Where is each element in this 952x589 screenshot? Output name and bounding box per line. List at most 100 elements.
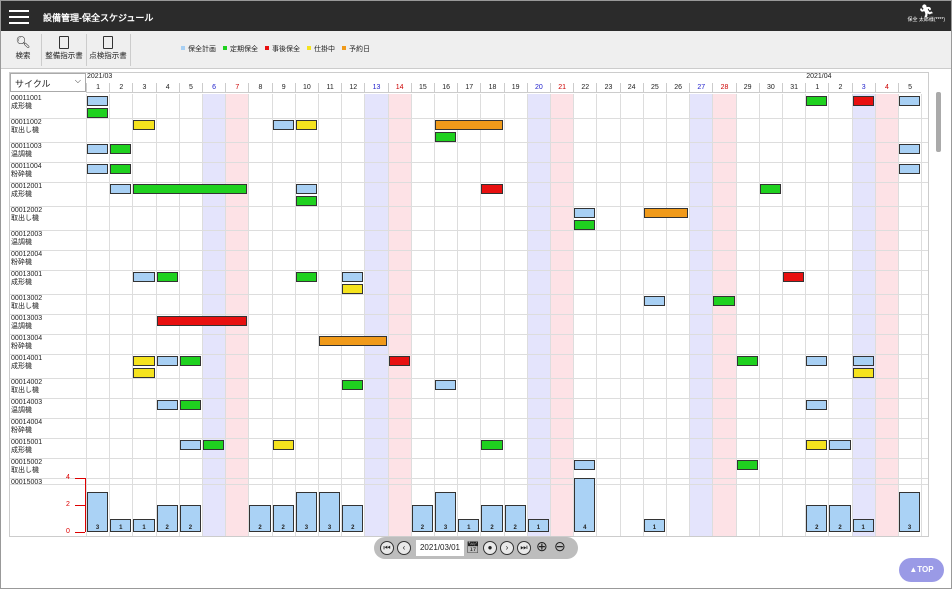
- maintenance-order-button[interactable]: 整備指示書: [44, 34, 84, 66]
- histogram-bar[interactable]: 3: [295, 491, 317, 532]
- schedule-bar-regular[interactable]: [713, 296, 735, 306]
- histogram-bar[interactable]: 2: [272, 505, 294, 532]
- equipment-label[interactable]: 00014002 取出し機: [11, 379, 42, 395]
- schedule-bar-plan[interactable]: [133, 272, 155, 282]
- day-header[interactable]: 16: [434, 83, 458, 93]
- schedule-bar-reserve[interactable]: [319, 336, 387, 346]
- histogram-bar[interactable]: 1: [110, 518, 132, 532]
- schedule-bar-regular[interactable]: [179, 400, 201, 410]
- cycle-select[interactable]: サイクル ⌵: [10, 73, 86, 92]
- histogram-bar[interactable]: 2: [504, 505, 526, 532]
- schedule-bar-plan[interactable]: [435, 380, 457, 390]
- equipment-label[interactable]: 00015003: [11, 479, 42, 487]
- equipment-label[interactable]: 00012004 粉砕機: [11, 251, 42, 267]
- histogram-bar[interactable]: 3: [87, 491, 109, 532]
- schedule-bar-regular[interactable]: [156, 272, 178, 282]
- schedule-bar-plan[interactable]: [899, 144, 921, 154]
- day-header[interactable]: 25: [642, 83, 666, 93]
- day-header[interactable]: 11: [318, 83, 342, 93]
- schedule-bar-regular[interactable]: [110, 164, 132, 174]
- schedule-bar-wip[interactable]: [295, 120, 317, 130]
- today-button[interactable]: ●: [483, 541, 497, 555]
- day-header[interactable]: 12: [341, 83, 365, 93]
- schedule-bar-wip[interactable]: [272, 440, 294, 450]
- schedule-bar-wip[interactable]: [342, 284, 364, 294]
- schedule-bar-regular[interactable]: [133, 184, 248, 194]
- schedule-bar-plan[interactable]: [87, 164, 109, 174]
- equipment-label[interactable]: 00011003 温調機: [11, 143, 42, 159]
- date-input[interactable]: 2021/03/01: [416, 540, 464, 556]
- day-header[interactable]: 28: [712, 83, 736, 93]
- schedule-bar-plan[interactable]: [87, 144, 109, 154]
- equipment-label[interactable]: 00012003 温調機: [11, 231, 42, 247]
- histogram-bar[interactable]: 3: [435, 491, 457, 532]
- schedule-bar-regular[interactable]: [342, 380, 364, 390]
- day-header[interactable]: 6: [202, 83, 226, 93]
- histogram-bar[interactable]: 1: [458, 518, 480, 532]
- schedule-bar-plan[interactable]: [87, 96, 109, 106]
- next-button[interactable]: ›: [500, 541, 514, 555]
- equipment-label[interactable]: 00015001 成形機: [11, 439, 42, 455]
- histogram-bar[interactable]: 1: [133, 518, 155, 532]
- histogram-bar[interactable]: 2: [249, 505, 271, 532]
- zoom-out-icon[interactable]: ⊖: [554, 538, 566, 555]
- schedule-bar-regular[interactable]: [87, 108, 109, 118]
- prev-button[interactable]: ‹: [397, 541, 411, 555]
- day-header[interactable]: 23: [596, 83, 620, 93]
- day-header[interactable]: 26: [666, 83, 690, 93]
- day-header[interactable]: 1: [86, 83, 110, 93]
- schedule-bar-plan[interactable]: [806, 356, 828, 366]
- calendar-icon[interactable]: 📅︎: [466, 541, 480, 554]
- schedule-bar-plan[interactable]: [295, 184, 317, 194]
- equipment-label[interactable]: 00014004 粉砕機: [11, 419, 42, 435]
- schedule-bar-plan[interactable]: [829, 440, 851, 450]
- equipment-label[interactable]: 00011001 成形機: [11, 95, 42, 111]
- equipment-label[interactable]: 00011004 粉砕機: [11, 163, 42, 179]
- histogram-bar[interactable]: 2: [156, 505, 178, 532]
- schedule-bar-regular[interactable]: [110, 144, 132, 154]
- day-header[interactable]: 17: [457, 83, 481, 93]
- schedule-bar-regular[interactable]: [295, 196, 317, 206]
- histogram-bar[interactable]: 3: [899, 491, 921, 532]
- schedule-bar-regular[interactable]: [759, 184, 781, 194]
- day-header[interactable]: 30: [758, 83, 782, 93]
- schedule-bar-regular[interactable]: [435, 132, 457, 142]
- schedule-bar-post[interactable]: [481, 184, 503, 194]
- schedule-bar-plan[interactable]: [272, 120, 294, 130]
- histogram-bar[interactable]: 4: [574, 478, 596, 532]
- search-button[interactable]: 🔍︎ 検索: [9, 34, 37, 66]
- schedule-bar-wip[interactable]: [806, 440, 828, 450]
- histogram-bar[interactable]: 2: [481, 505, 503, 532]
- schedule-bar-plan[interactable]: [899, 164, 921, 174]
- histogram-bar[interactable]: 2: [342, 505, 364, 532]
- day-header[interactable]: 8: [248, 83, 272, 93]
- schedule-bar-regular[interactable]: [481, 440, 503, 450]
- day-header[interactable]: 19: [503, 83, 527, 93]
- schedule-bar-wip[interactable]: [133, 120, 155, 130]
- day-header[interactable]: 1: [805, 83, 829, 93]
- day-header[interactable]: 5: [178, 83, 202, 93]
- first-page-button[interactable]: ⏮︎: [380, 541, 394, 555]
- equipment-label[interactable]: 00015002 取出し機: [11, 459, 42, 475]
- schedule-bar-plan[interactable]: [342, 272, 364, 282]
- schedule-bar-plan[interactable]: [156, 356, 178, 366]
- schedule-bar-plan[interactable]: [806, 400, 828, 410]
- day-header[interactable]: 18: [480, 83, 504, 93]
- schedule-bar-regular[interactable]: [179, 356, 201, 366]
- schedule-bar-reserve[interactable]: [435, 120, 503, 130]
- day-header[interactable]: 29: [735, 83, 759, 93]
- histogram-bar[interactable]: 2: [806, 505, 828, 532]
- equipment-label[interactable]: 00013001 成形機: [11, 271, 42, 287]
- day-header[interactable]: 9: [271, 83, 295, 93]
- schedule-bar-regular[interactable]: [736, 460, 758, 470]
- schedule-bar-wip[interactable]: [133, 368, 155, 378]
- schedule-bar-reserve[interactable]: [643, 208, 689, 218]
- day-header[interactable]: 21: [550, 83, 574, 93]
- user-info[interactable]: 🏃︎ 保全 太郎様(****): [907, 5, 945, 24]
- hamburger-menu-icon[interactable]: [9, 6, 29, 26]
- schedule-bar-plan[interactable]: [574, 208, 596, 218]
- equipment-label[interactable]: 00014001 成形機: [11, 355, 42, 371]
- schedule-bar-plan[interactable]: [156, 400, 178, 410]
- histogram-bar[interactable]: 2: [411, 505, 433, 532]
- day-header[interactable]: 20: [526, 83, 550, 93]
